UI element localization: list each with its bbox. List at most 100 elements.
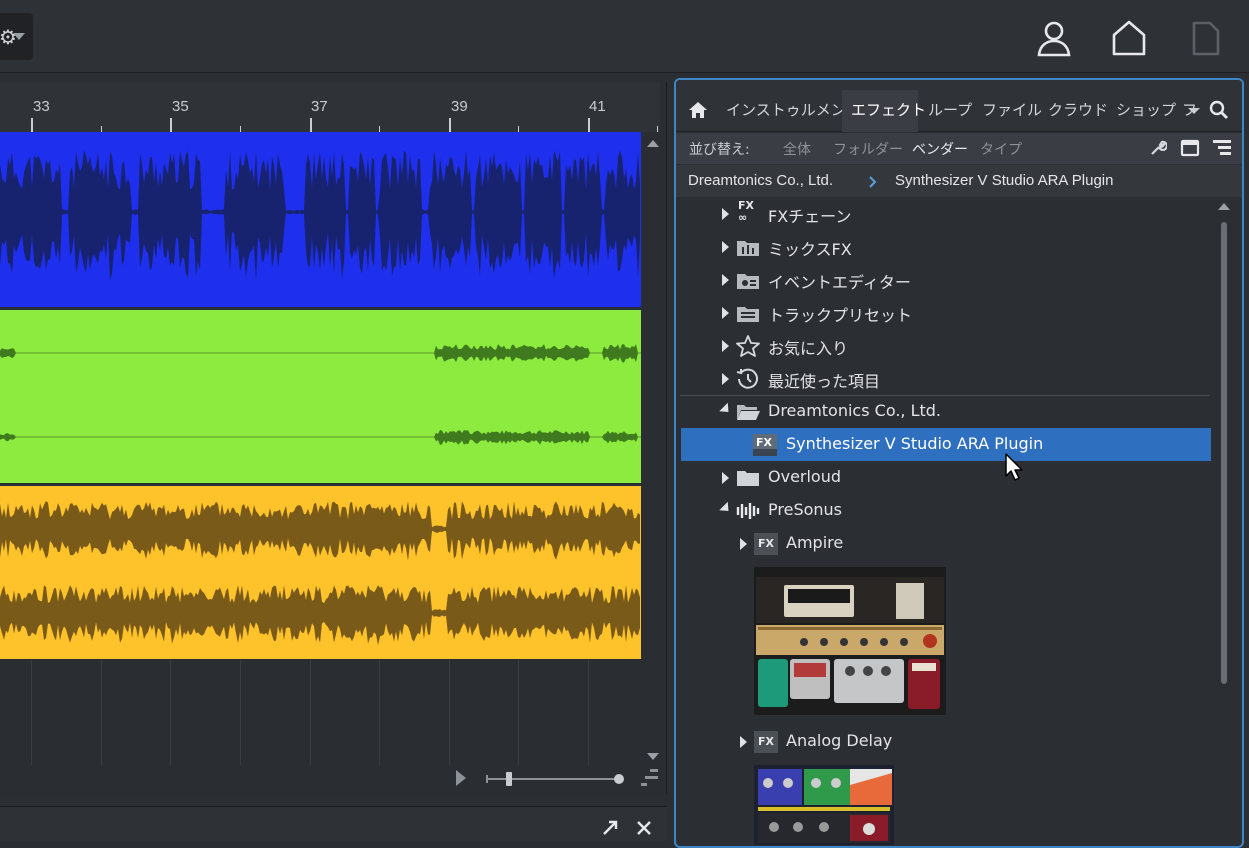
browser-vertical-scrollbar[interactable] — [1216, 200, 1232, 848]
breadcrumb-item[interactable]: Dreamtonics Co., Ltd. — [688, 172, 833, 189]
sort-option-type[interactable]: タイプ — [980, 139, 1022, 159]
svg-text:FX: FX — [756, 436, 773, 449]
expand-icon[interactable] — [601, 819, 619, 837]
tab-cloud[interactable]: クラウド — [1046, 90, 1108, 132]
document-icon[interactable] — [1186, 18, 1226, 58]
grid-line — [240, 660, 241, 765]
grid-line — [31, 660, 32, 765]
expand-arrow-icon[interactable] — [740, 538, 747, 550]
sort-option-all[interactable]: 全体 — [783, 139, 811, 159]
ruler-mark: 33 — [33, 98, 50, 115]
tree-item-ampire[interactable]: FX Ampire — [676, 527, 1212, 560]
tree-item-label: イベントエディター — [768, 273, 911, 292]
collapse-arrow-icon[interactable] — [719, 402, 733, 417]
clock-icon — [736, 368, 758, 389]
scroll-down-icon — [647, 753, 659, 760]
home-icon[interactable] — [1109, 18, 1149, 58]
home-icon[interactable] — [688, 101, 708, 119]
tree-item-favorites[interactable]: お気に入り — [676, 329, 1212, 362]
chevron-down-icon — [13, 33, 25, 40]
expand-arrow-icon[interactable] — [722, 241, 729, 253]
tree-item-track-preset[interactable]: トラックプリセット — [676, 296, 1212, 329]
wrench-icon[interactable] — [1149, 139, 1167, 157]
effects-tree: FX ∞ FXチェーン ミックスFX イベントエディター トラックプリセット お… — [676, 197, 1216, 846]
ruler-tick — [31, 118, 33, 132]
grid-line — [101, 660, 102, 765]
ruler-tick — [310, 118, 312, 132]
tree-item-analog-delay[interactable]: FX Analog Delay — [676, 725, 1212, 758]
fx-badge-icon: FX — [754, 533, 778, 555]
grid-line — [449, 660, 450, 765]
chevron-down-icon[interactable] — [1187, 107, 1201, 115]
mouse-cursor-icon — [1005, 453, 1023, 481]
top-toolbar: ⚙ — [0, 0, 1249, 73]
scroll-up-icon — [1218, 203, 1230, 210]
zoom-scroll-bar[interactable] — [0, 765, 660, 793]
tree-item-mix-fx[interactable]: ミックスFX — [676, 230, 1212, 263]
fx-chain-icon: FX ∞ — [738, 199, 754, 224]
expand-arrow-icon[interactable] — [722, 340, 729, 352]
tree-item-fx-chain[interactable]: FX ∞ FXチェーン — [676, 197, 1212, 230]
presonus-icon — [736, 503, 760, 519]
expand-arrow-icon[interactable] — [722, 472, 729, 484]
track-lanes — [0, 132, 641, 662]
tree-item-dreamtonics[interactable]: Dreamtonics Co., Ltd. — [676, 395, 1212, 428]
tree-item-event-editor[interactable]: イベントエディター — [676, 263, 1212, 296]
tree-item-overloud[interactable]: Overloud — [676, 461, 1212, 494]
mix-fx-icon — [737, 241, 759, 256]
expand-arrow-icon[interactable] — [722, 274, 729, 286]
tree-item-label: Dreamtonics Co., Ltd. — [768, 401, 942, 420]
grid-line — [379, 660, 380, 765]
analog-delay-thumbnail[interactable] — [754, 765, 894, 845]
tree-item-label: 最近使った項目 — [768, 372, 881, 391]
breadcrumb-item[interactable]: Synthesizer V Studio ARA Plugin — [895, 172, 1113, 189]
track-preset-icon — [737, 307, 759, 322]
search-icon[interactable] — [1209, 100, 1229, 120]
tree-item-label: Ampire — [786, 533, 844, 552]
audio-event-backing[interactable] — [0, 484, 641, 659]
ruler-mark: 37 — [311, 98, 328, 115]
audio-event-green[interactable] — [0, 308, 641, 483]
audio-event-vocal[interactable] — [0, 132, 641, 307]
tree-item-label: お気に入り — [768, 339, 849, 358]
close-icon[interactable] — [635, 819, 653, 837]
expand-arrow-icon[interactable] — [722, 373, 729, 385]
scroll-up-icon — [647, 140, 659, 147]
ampire-thumbnail[interactable] — [754, 567, 946, 715]
ruler-mark: 35 — [172, 98, 189, 115]
list-view-icon[interactable] — [1212, 139, 1232, 157]
collapse-arrow-icon[interactable] — [719, 501, 733, 516]
vertical-scrollbar[interactable] — [645, 137, 661, 767]
tab-loops[interactable]: ループ — [922, 90, 972, 132]
tree-item-recent[interactable]: 最近使った項目 — [676, 362, 1212, 395]
ruler-tick — [588, 118, 590, 132]
tab-shop[interactable]: ショップ — [1114, 90, 1176, 132]
ruler-tick — [449, 118, 451, 132]
grid-line — [518, 660, 519, 765]
sort-option-folder[interactable]: フォルダー — [833, 139, 903, 159]
zoom-slider-handle — [506, 772, 512, 786]
timeline-ruler[interactable]: 33 35 37 39 41 — [0, 82, 660, 132]
sort-bar: 並び替え: 全体 フォルダー ベンダー タイプ — [676, 133, 1242, 164]
expand-arrow-icon[interactable] — [740, 736, 747, 748]
expand-arrow-icon[interactable] — [722, 307, 729, 319]
tree-item-label: ミックスFX — [768, 240, 852, 259]
scrollbar-thumb — [1221, 222, 1227, 684]
tab-instruments[interactable]: インストゥルメント — [720, 90, 861, 132]
empty-track-area[interactable] — [0, 660, 641, 765]
ruler-mark: 39 — [451, 98, 468, 115]
zoom-max-handle — [614, 774, 624, 784]
waveform-vocal — [0, 150, 640, 283]
tree-item-presonus[interactable]: PreSonus — [676, 494, 1212, 527]
sort-label: 並び替え: — [689, 142, 750, 158]
tree-item-synthesizer-v[interactable]: FX Synthesizer V Studio ARA Plugin — [681, 428, 1211, 461]
user-icon[interactable] — [1034, 18, 1074, 58]
expand-arrow-icon[interactable] — [722, 208, 729, 220]
settings-dropdown-button[interactable]: ⚙ — [0, 13, 33, 60]
sort-option-vendor[interactable]: ベンダー — [912, 139, 968, 159]
ruler-mark: 41 — [589, 98, 606, 115]
tab-files[interactable]: ファイル — [978, 90, 1042, 132]
tab-effects[interactable]: エフェクト — [842, 90, 926, 132]
star-icon — [736, 335, 760, 357]
panel-layout-icon[interactable] — [1180, 139, 1200, 157]
